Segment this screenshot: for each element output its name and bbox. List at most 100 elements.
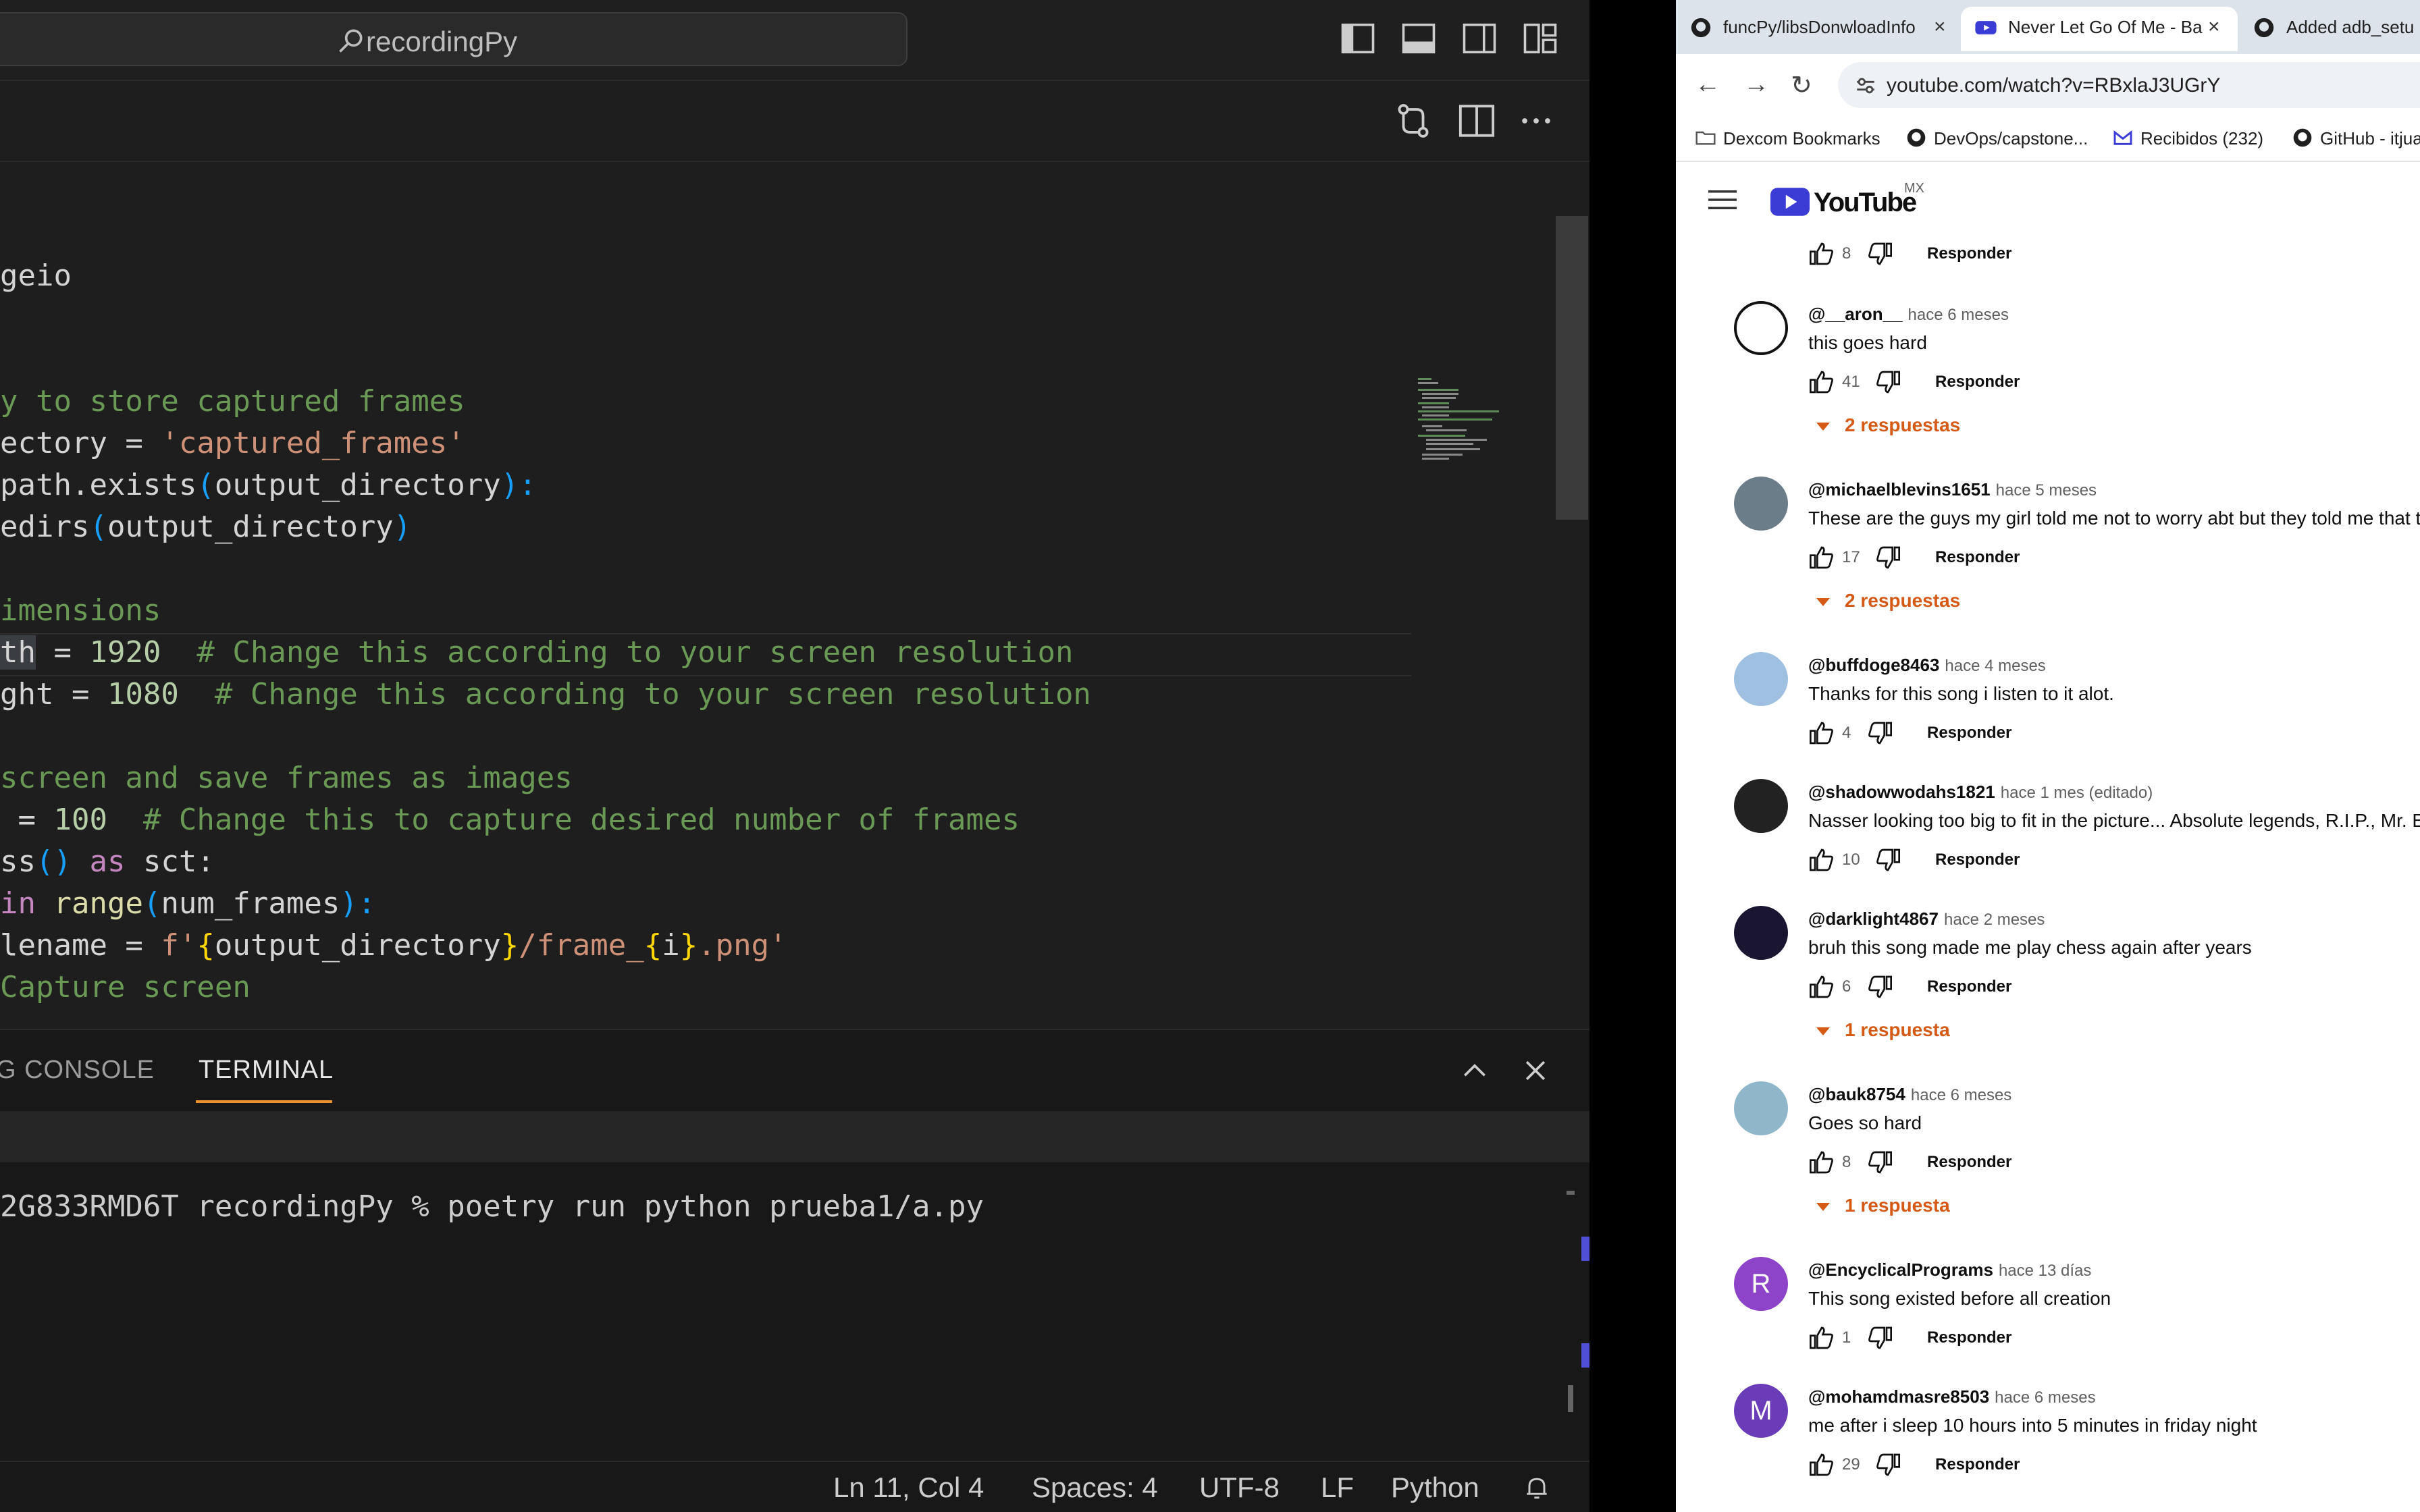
editor-scrollbar[interactable] xyxy=(1556,216,1588,520)
site-settings-icon[interactable] xyxy=(1854,74,1877,97)
comment-time[interactable]: hace 2 meses xyxy=(1944,911,2045,929)
avatar[interactable] xyxy=(1734,779,1788,833)
dislike-icon[interactable] xyxy=(1874,544,1901,571)
comment-author[interactable]: @EncyclicalPrograms hace 13 días xyxy=(1808,1260,2091,1280)
dislike-icon[interactable] xyxy=(1866,973,1893,1000)
language-mode[interactable]: Python xyxy=(1391,1472,1479,1504)
indentation-status[interactable]: Spaces: 4 xyxy=(1032,1472,1158,1504)
avatar[interactable] xyxy=(1734,906,1788,960)
command-center-search[interactable]: recordingPy xyxy=(0,12,908,66)
avatar[interactable] xyxy=(1734,477,1788,531)
comment-time[interactable]: hace 13 días xyxy=(1999,1262,2091,1280)
comment-author[interactable]: @__aron__ hace 6 meses xyxy=(1808,304,2009,325)
customize-layout-icon[interactable] xyxy=(1522,20,1558,57)
like-icon[interactable] xyxy=(1808,1149,1835,1176)
avatar[interactable] xyxy=(1734,301,1788,355)
view-replies-button[interactable]: 2 respuestas xyxy=(1808,414,1960,436)
like-icon[interactable] xyxy=(1808,1324,1835,1351)
dislike-icon[interactable] xyxy=(1866,720,1893,747)
bookmark-item[interactable]: Recibidos (232) xyxy=(2112,128,2263,149)
comment-author[interactable]: @michaelblevins1651 hace 5 meses xyxy=(1808,479,2097,500)
like-icon[interactable] xyxy=(1808,846,1835,873)
dislike-icon[interactable] xyxy=(1874,1451,1901,1478)
open-changes-icon[interactable] xyxy=(1394,101,1433,140)
comment-author[interactable]: @bauk8754 hace 6 meses xyxy=(1808,1084,2011,1105)
close-panel-icon[interactable] xyxy=(1521,1056,1550,1085)
encoding-status[interactable]: UTF-8 xyxy=(1199,1472,1280,1504)
toggle-panel-icon[interactable] xyxy=(1400,20,1437,57)
reply-button[interactable]: Responder xyxy=(1927,1328,2011,1347)
bookmark-item[interactable]: GitHub - itjua xyxy=(2292,128,2420,149)
like-icon[interactable] xyxy=(1808,240,1835,267)
avatar[interactable] xyxy=(1734,652,1788,706)
avatar[interactable]: R xyxy=(1734,1257,1788,1311)
more-actions-icon[interactable] xyxy=(1517,101,1556,140)
comment-text: Goes so hard xyxy=(1808,1112,1922,1133)
code-line: geio xyxy=(0,259,72,293)
tab-debug-console[interactable]: G CONSOLE xyxy=(0,1056,155,1085)
terminal-output[interactable]: 2G833RMD6T recordingPy % poetry run pyth… xyxy=(0,1189,984,1224)
forward-icon[interactable]: → xyxy=(1743,70,1769,99)
reply-button[interactable]: Responder xyxy=(1927,977,2011,996)
split-editor-icon[interactable] xyxy=(1457,101,1496,140)
youtube-favicon-icon xyxy=(1975,21,1997,34)
reply-button[interactable]: Responder xyxy=(1935,373,2020,392)
close-tab-icon[interactable]: × xyxy=(1934,7,1946,47)
tab-terminal[interactable]: TERMINAL xyxy=(199,1056,334,1085)
comment-author[interactable]: @mohamdmasre8503 hace 6 meses xyxy=(1808,1386,2096,1407)
comment-time[interactable]: hace 6 meses xyxy=(1995,1388,2095,1407)
terminal-scroll-thumb[interactable] xyxy=(1568,1385,1573,1412)
bookmark-item[interactable]: DevOps/capstone... xyxy=(1905,128,2088,149)
reload-icon[interactable]: ↻ xyxy=(1791,70,1812,101)
notifications-bell-icon[interactable] xyxy=(1522,1473,1552,1503)
avatar[interactable]: M xyxy=(1734,1384,1788,1438)
browser-tab[interactable]: Added adb_setu xyxy=(2239,7,2420,51)
dislike-icon[interactable] xyxy=(1874,369,1901,396)
dislike-icon[interactable] xyxy=(1874,846,1901,873)
cursor-position[interactable]: Ln 11, Col 4 xyxy=(833,1472,984,1504)
like-icon[interactable] xyxy=(1808,544,1835,571)
reply-button[interactable]: Responder xyxy=(1927,724,2011,742)
comment-time[interactable]: hace 6 meses xyxy=(1908,306,2009,324)
dislike-icon[interactable] xyxy=(1866,1324,1893,1351)
comment-author[interactable]: @buffdoge8463 hace 4 meses xyxy=(1808,655,2046,676)
reply-button[interactable]: Responder xyxy=(1935,850,2020,869)
code-line-current: th = 1920 # Change this according to you… xyxy=(0,635,1074,670)
minimap[interactable] xyxy=(1415,377,1517,464)
reply-button[interactable]: Responder xyxy=(1927,244,2011,263)
eol-status[interactable]: LF xyxy=(1321,1472,1354,1504)
like-icon[interactable] xyxy=(1808,973,1835,1000)
dislike-icon[interactable] xyxy=(1866,240,1893,267)
toolbar: ← → ↻ youtube.com/watch?v=RBxlaJ3UGrY xyxy=(1676,54,2420,116)
close-tab-icon[interactable]: × xyxy=(2208,7,2220,47)
comment-time[interactable]: hace 6 meses xyxy=(1911,1086,2011,1104)
active-tab-indicator xyxy=(196,1100,332,1103)
reply-button[interactable]: Responder xyxy=(1927,1153,2011,1172)
like-icon[interactable] xyxy=(1808,1451,1835,1478)
like-icon[interactable] xyxy=(1808,369,1835,396)
bookmark-item[interactable]: Dexcom Bookmarks xyxy=(1695,128,1880,149)
toggle-secondary-sidebar-icon[interactable] xyxy=(1461,20,1498,57)
view-replies-button[interactable]: 1 respuesta xyxy=(1808,1195,1950,1216)
reply-button[interactable]: Responder xyxy=(1935,1455,2020,1474)
comment-time[interactable]: hace 5 meses xyxy=(1996,481,2097,500)
comment-time[interactable]: hace 1 mes (editado) xyxy=(2001,784,2153,802)
comment-time[interactable]: hace 4 meses xyxy=(1945,657,2045,675)
browser-tab[interactable]: funcPy/libsDonwloadInfo × xyxy=(1676,7,1959,51)
view-replies-button[interactable]: 1 respuesta xyxy=(1808,1019,1950,1041)
code-editor[interactable]: geio y to store captured frames ectory =… xyxy=(0,162,1553,1026)
comment-text: This song existed before all creation xyxy=(1808,1288,2111,1309)
back-icon[interactable]: ← xyxy=(1695,70,1720,99)
reply-button[interactable]: Responder xyxy=(1935,548,2020,567)
comment-author[interactable]: @darklight4867 hace 2 meses xyxy=(1808,909,2045,929)
like-icon[interactable] xyxy=(1808,720,1835,747)
view-replies-button[interactable]: 2 respuestas xyxy=(1808,590,1960,612)
browser-tab-active[interactable]: Never Let Go Of Me - Ba × xyxy=(1961,7,2238,51)
address-bar[interactable]: youtube.com/watch?v=RBxlaJ3UGrY xyxy=(1838,62,2420,108)
dislike-icon[interactable] xyxy=(1866,1149,1893,1176)
avatar[interactable] xyxy=(1734,1081,1788,1135)
menu-icon[interactable] xyxy=(1708,188,1737,212)
comment-author[interactable]: @shadowwodahs1821 hace 1 mes (editado) xyxy=(1808,782,2153,803)
toggle-primary-sidebar-icon[interactable] xyxy=(1340,20,1376,57)
maximize-panel-icon[interactable] xyxy=(1460,1056,1490,1085)
